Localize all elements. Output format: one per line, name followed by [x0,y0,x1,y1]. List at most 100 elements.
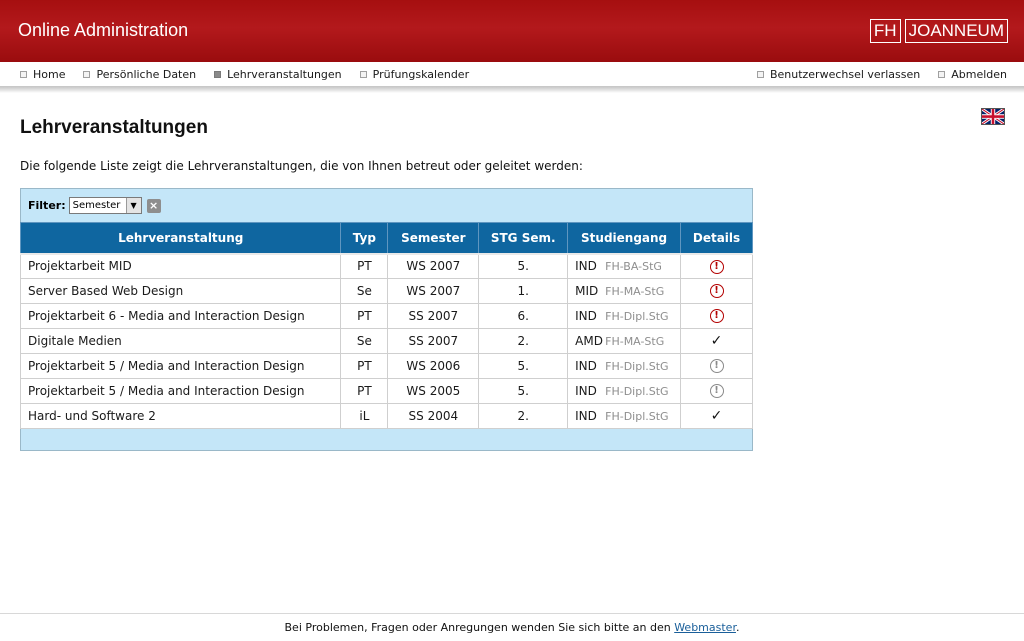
column-header-typ[interactable]: Typ [340,222,389,255]
cell-semester: WS 2005 [387,378,480,404]
studiengang-code: MID [575,284,599,298]
nav-item-abmelden[interactable]: Abmelden [938,68,1007,81]
nav-label: Abmelden [951,68,1007,81]
warning-icon-grey: ! [709,384,724,399]
cell-semester: WS 2007 [387,253,480,279]
nav-item-lehrveranstaltungen[interactable]: Lehrveranstaltungen [214,68,342,81]
app-header: Online Administration FH JOANNEUM [0,0,1024,62]
filter-select[interactable]: Semester ▼ [68,197,142,214]
cell-stg-sem: 2. [478,328,569,354]
cell-semester: WS 2006 [387,353,480,379]
table-row: Projektarbeit 5 / Media and Interaction … [19,353,753,379]
filter-selected-value: Semester [72,200,121,211]
cell-details[interactable]: ✓ [680,403,753,429]
cell-details[interactable]: ! [680,378,753,404]
check-icon: ✓ [710,408,723,424]
courses-table: Lehrveranstaltung Typ Semester STG Sem. … [19,222,753,429]
cell-course-name[interactable]: Hard- und Software 2 [19,403,342,429]
table-row: Hard- und Software 2 iL SS 2004 2. IND FH-Dip… [19,403,753,429]
studiengang-code: IND [575,259,597,274]
cell-typ: PT [340,353,389,379]
cell-typ: iL [340,403,389,429]
logo-fh: FH [869,19,901,43]
cell-semester: SS 2007 [387,303,480,329]
filter-label: Filter: [28,199,66,212]
intro-text: Die folgende Liste zeigt die Lehrveranst… [20,159,583,173]
nav-label: Home [33,68,66,81]
nav-right: Benutzerwechsel verlassen Abmelden [756,68,1007,81]
clear-filter-button[interactable]: × [146,198,161,213]
cell-studiengang: IND FH-Dipl.StG [567,353,682,379]
cell-course-name[interactable]: Projektarbeit 5 / Media and Interaction … [19,378,342,404]
warning-icon-grey: ! [709,359,724,374]
studiengang-type: FH-Dipl.StG [605,360,669,373]
cell-stg-sem: 5. [478,253,569,279]
nav-item-benutzerwechsel-verlassen[interactable]: Benutzerwechsel verlassen [756,68,921,81]
app-title: Online Administration [18,20,189,40]
studiengang-type: FH-MA-StG [605,335,665,348]
cell-stg-sem: 2. [478,403,569,429]
cell-details[interactable]: ! [680,303,753,329]
cell-course-name[interactable]: Projektarbeit MID [19,253,342,279]
column-header-stg-sem[interactable]: STG Sem. [478,222,569,255]
studiengang-code: IND [575,384,597,398]
cell-details[interactable]: ! [680,278,753,304]
webmaster-link[interactable]: Webmaster [674,621,736,634]
check-icon: ✓ [710,333,723,349]
cell-typ: PT [340,303,389,329]
uk-flag-icon[interactable] [981,108,1005,125]
square-bullet-active-icon [214,71,222,78]
cell-semester: SS 2007 [387,328,480,354]
footer-text: Bei Problemen, Fragen oder Anregungen we… [284,621,671,634]
studiengang-code: AMD [575,334,603,348]
studiengang-code: IND [575,309,597,323]
close-icon: × [149,198,159,212]
cell-details[interactable]: ✓ [680,328,753,354]
square-bullet-icon [83,71,91,78]
cell-course-name[interactable]: Projektarbeit 5 / Media and Interaction … [19,353,342,379]
cell-studiengang: AMD FH-MA-StG [567,328,682,354]
fh-joanneum-logo: FH JOANNEUM [869,19,1008,43]
nav-item-pruefungskalender[interactable]: Prüfungskalender [359,68,469,81]
cell-semester: WS 2007 [387,278,480,304]
nav-item-persoenliche-daten[interactable]: Persönliche Daten [83,68,196,81]
cell-typ: Se [340,328,389,354]
cell-course-name[interactable]: Server Based Web Design [19,278,342,304]
column-header-details: Details [680,222,753,255]
cell-semester: SS 2004 [387,403,480,429]
table-row: Server Based Web Design Se WS 2007 1. MID FH-… [19,278,753,304]
studiengang-code: IND [575,359,597,373]
cell-course-name[interactable]: Projektarbeit 6 - Media and Interaction … [19,303,342,329]
cell-details[interactable]: ! [680,253,753,279]
footer-divider [0,613,1024,614]
footer: Bei Problemen, Fragen oder Anregungen we… [0,621,1024,634]
nav-label: Benutzerwechsel verlassen [769,68,921,81]
filter-row: Filter: Semester ▼ × [28,197,161,214]
studiengang-code: IND [575,409,597,423]
cell-details[interactable]: ! [680,353,753,379]
studiengang-type: FH-BA-StG [605,260,662,274]
cell-studiengang: MID FH-MA-StG [567,278,682,304]
cell-stg-sem: 5. [478,353,569,379]
square-bullet-icon [938,71,946,78]
column-header-lehrveranstaltung[interactable]: Lehrveranstaltung [19,222,342,255]
cell-studiengang: IND FH-Dipl.StG [567,378,682,404]
cell-course-name[interactable]: Digitale Medien [19,328,342,354]
nav-shadow [0,87,1024,93]
cell-typ: PT [340,253,389,279]
cell-stg-sem: 1. [478,278,569,304]
studiengang-type: FH-Dipl.StG [605,410,669,423]
studiengang-type: FH-Dipl.StG [605,385,669,398]
studiengang-type: FH-MA-StG [605,285,665,298]
square-bullet-icon [359,71,367,78]
square-bullet-icon [20,71,27,78]
warning-icon-red: ! [709,309,724,324]
column-header-studiengang[interactable]: Studiengang [567,222,682,255]
warning-icon-red: ! [709,259,724,274]
table-header-row: Lehrveranstaltung Typ Semester STG Sem. … [19,222,753,255]
chevron-down-icon: ▼ [125,198,141,213]
logo-joanneum: JOANNEUM [904,19,1008,43]
table-row: Digitale Medien Se SS 2007 2. AMD FH-MA-StG ✓ [19,328,753,354]
column-header-semester[interactable]: Semester [387,222,480,255]
nav-item-home[interactable]: Home [20,68,65,81]
